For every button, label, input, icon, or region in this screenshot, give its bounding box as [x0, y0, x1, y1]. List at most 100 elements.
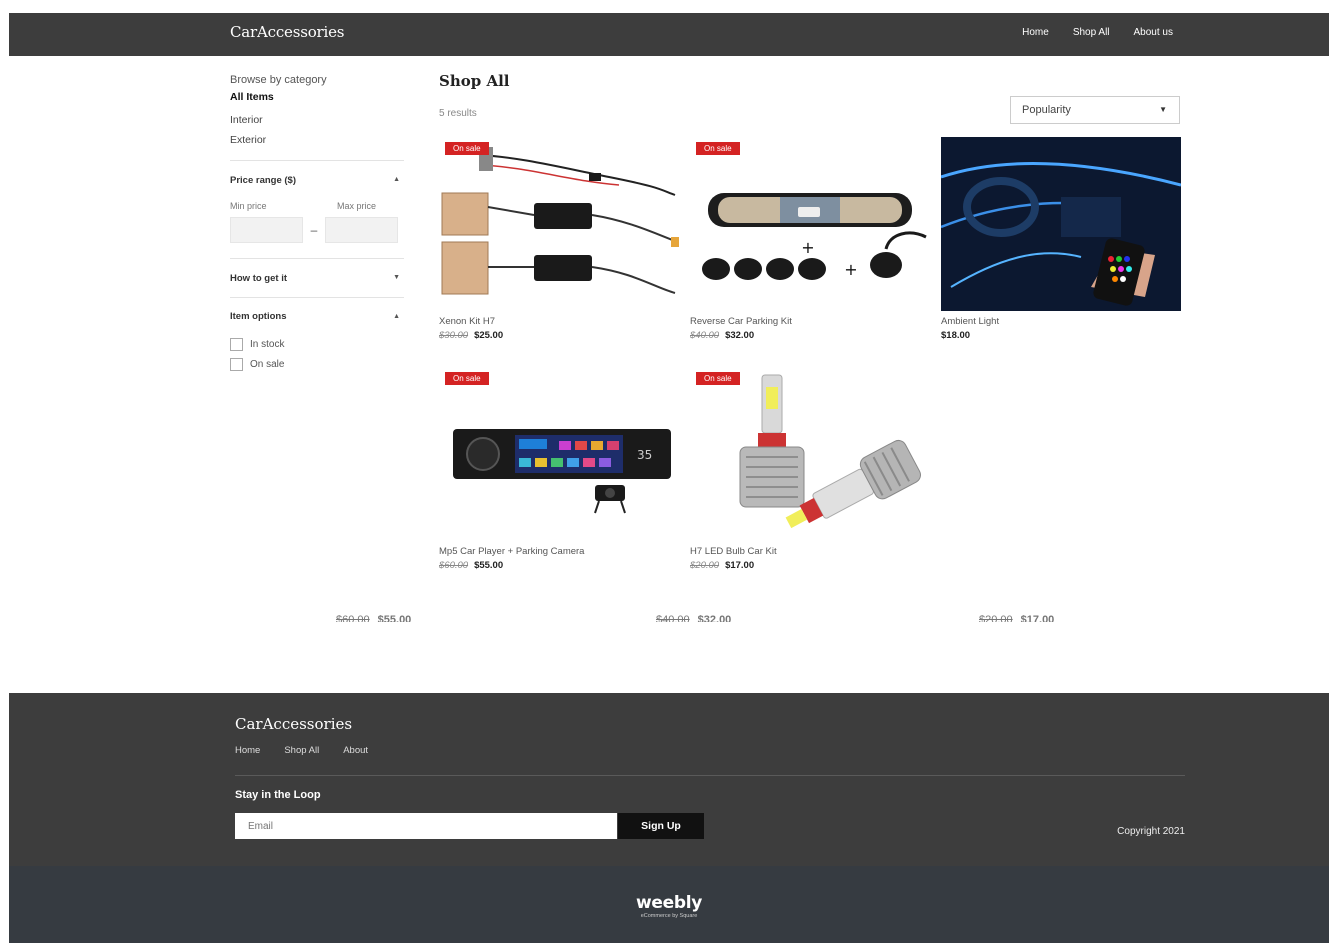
xenon-kit-image: [439, 137, 679, 311]
product-image[interactable]: On sale 35: [439, 367, 679, 541]
svg-text:+: +: [844, 260, 857, 279]
ghost-new-price: $32.00: [697, 614, 732, 622]
car-player-image: 35: [439, 367, 679, 541]
product-card[interactable]: On sale + + Reverse Car Parking Kit $40.…: [690, 137, 930, 341]
parking-kit-image: + +: [690, 137, 930, 311]
footer-nav: Home Shop All About: [235, 745, 368, 756]
footer-brand[interactable]: CarAccessories: [235, 715, 352, 733]
main-nav: Home Shop All About us: [1022, 27, 1173, 38]
product-card[interactable]: On sale 35 Mp5 Car Player + Parking Came…: [439, 367, 679, 571]
nav-about-us[interactable]: About us: [1134, 27, 1173, 38]
price-inputs: –: [230, 217, 404, 243]
product-price: $40.00 $32.00: [690, 330, 930, 341]
footer-nav-home[interactable]: Home: [235, 745, 260, 756]
min-price-label: Min price: [230, 201, 267, 211]
in-stock-checkbox[interactable]: [230, 337, 243, 351]
sort-select[interactable]: Popularity ▼: [1010, 96, 1180, 124]
product-price: $30.00 $25.00: [439, 330, 679, 341]
email-field[interactable]: [235, 813, 617, 839]
how-to-get-toggle[interactable]: How to get it ▼: [230, 259, 404, 297]
product-image[interactable]: [941, 137, 1181, 311]
svg-text:+: +: [801, 238, 814, 257]
ghost-new-price: $17.00: [1020, 614, 1055, 622]
how-to-get-title: How to get it: [230, 273, 287, 284]
sale-badge: On sale: [445, 142, 489, 155]
svg-text:35: 35: [637, 448, 652, 462]
in-stock-option[interactable]: In stock: [230, 334, 404, 354]
nav-home[interactable]: Home: [1022, 27, 1049, 38]
on-sale-option[interactable]: On sale: [230, 354, 404, 374]
brand-logo[interactable]: CarAccessories: [230, 23, 344, 41]
product-price: $18.00: [941, 330, 1181, 341]
sale-price: $32.00: [725, 330, 755, 341]
results-count: 5 results: [439, 108, 477, 119]
category-interior[interactable]: Interior: [230, 110, 404, 130]
platform-bar: weebly eCommerce by Square: [9, 866, 1329, 943]
caret-up-icon: ▲: [393, 176, 400, 183]
site-footer: CarAccessories Home Shop All About Stay …: [9, 693, 1329, 866]
old-price: $30.00: [439, 330, 469, 341]
page-title: Shop All: [439, 72, 510, 90]
product-card[interactable]: Ambient Light $18.00: [941, 137, 1181, 341]
sale-price: $55.00: [474, 560, 504, 571]
footer-divider: [235, 775, 1185, 776]
old-price: $60.00: [439, 560, 469, 571]
product-card[interactable]: On sale H7 LED Bulb Car Kit $20.00 $17.00: [690, 367, 930, 571]
ambient-light-image: [941, 137, 1181, 311]
product-name[interactable]: Mp5 Car Player + Parking Camera: [439, 546, 679, 557]
sale-price: $25.00: [474, 330, 504, 341]
category-exterior[interactable]: Exterior: [230, 130, 404, 150]
sale-badge: On sale: [445, 372, 489, 385]
led-bulb-image: [690, 367, 930, 541]
sale-badge: On sale: [696, 142, 740, 155]
max-price-label: Max price: [336, 201, 376, 211]
product-name[interactable]: Ambient Light: [941, 316, 1181, 327]
ghost-price: $40.00 $32.00: [656, 613, 731, 622]
sign-up-button[interactable]: Sign Up: [618, 813, 704, 839]
product-price: $60.00 $55.00: [439, 560, 679, 571]
min-price-input[interactable]: [230, 217, 303, 243]
max-price-input[interactable]: [325, 217, 398, 243]
old-price: $40.00: [690, 330, 720, 341]
site-header: CarAccessories Home Shop All About us: [9, 13, 1329, 56]
price-dash: –: [310, 223, 318, 237]
product-name[interactable]: Xenon Kit H7: [439, 316, 679, 327]
product-price-value: $18.00: [941, 330, 971, 341]
browse-title: Browse by category: [230, 74, 327, 86]
on-sale-label: On sale: [250, 358, 285, 370]
footer-nav-shop-all[interactable]: Shop All: [284, 745, 319, 756]
sale-badge: On sale: [696, 372, 740, 385]
ghost-old-price: $60.00: [336, 614, 370, 622]
item-options-toggle[interactable]: Item options ▲: [230, 298, 404, 336]
item-options-title: Item options: [230, 311, 287, 322]
sale-price: $17.00: [725, 560, 755, 571]
newsletter-title: Stay in the Loop: [235, 789, 321, 801]
product-price: $20.00 $17.00: [690, 560, 930, 571]
product-card[interactable]: On sale Xenon Kit H7 $30.00 $25.00: [439, 137, 679, 341]
filter-sidebar: Browse by category All Items Interior Ex…: [230, 74, 404, 374]
caret-up-icon: ▲: [393, 313, 400, 320]
product-image[interactable]: On sale: [690, 367, 930, 541]
product-name[interactable]: Reverse Car Parking Kit: [690, 316, 930, 327]
old-price: $20.00: [690, 560, 720, 571]
ghost-old-price: $40.00: [656, 614, 690, 622]
nav-shop-all[interactable]: Shop All: [1073, 27, 1110, 38]
ghost-price: $60.00 $55.00: [336, 613, 411, 622]
price-range-toggle[interactable]: Price range ($) ▲: [230, 161, 404, 199]
in-stock-label: In stock: [250, 338, 285, 350]
price-labels: Min price Max price: [230, 201, 378, 211]
product-image[interactable]: On sale: [439, 137, 679, 311]
caret-down-icon: ▼: [393, 274, 400, 281]
weebly-tagline: eCommerce by Square: [640, 913, 698, 919]
footer-nav-about[interactable]: About: [343, 745, 368, 756]
product-image[interactable]: On sale + +: [690, 137, 930, 311]
sort-value: Popularity: [1022, 104, 1071, 116]
category-all-items[interactable]: All Items: [230, 90, 404, 110]
product-name[interactable]: H7 LED Bulb Car Kit: [690, 546, 930, 557]
on-sale-checkbox[interactable]: [230, 357, 243, 371]
ghost-old-price: $20.00: [979, 614, 1013, 622]
weebly-logo[interactable]: weebly: [9, 893, 1329, 913]
copyright: Copyright 2021: [1117, 826, 1185, 837]
price-range-title: Price range ($): [230, 175, 296, 186]
ghost-new-price: $55.00: [377, 614, 412, 622]
